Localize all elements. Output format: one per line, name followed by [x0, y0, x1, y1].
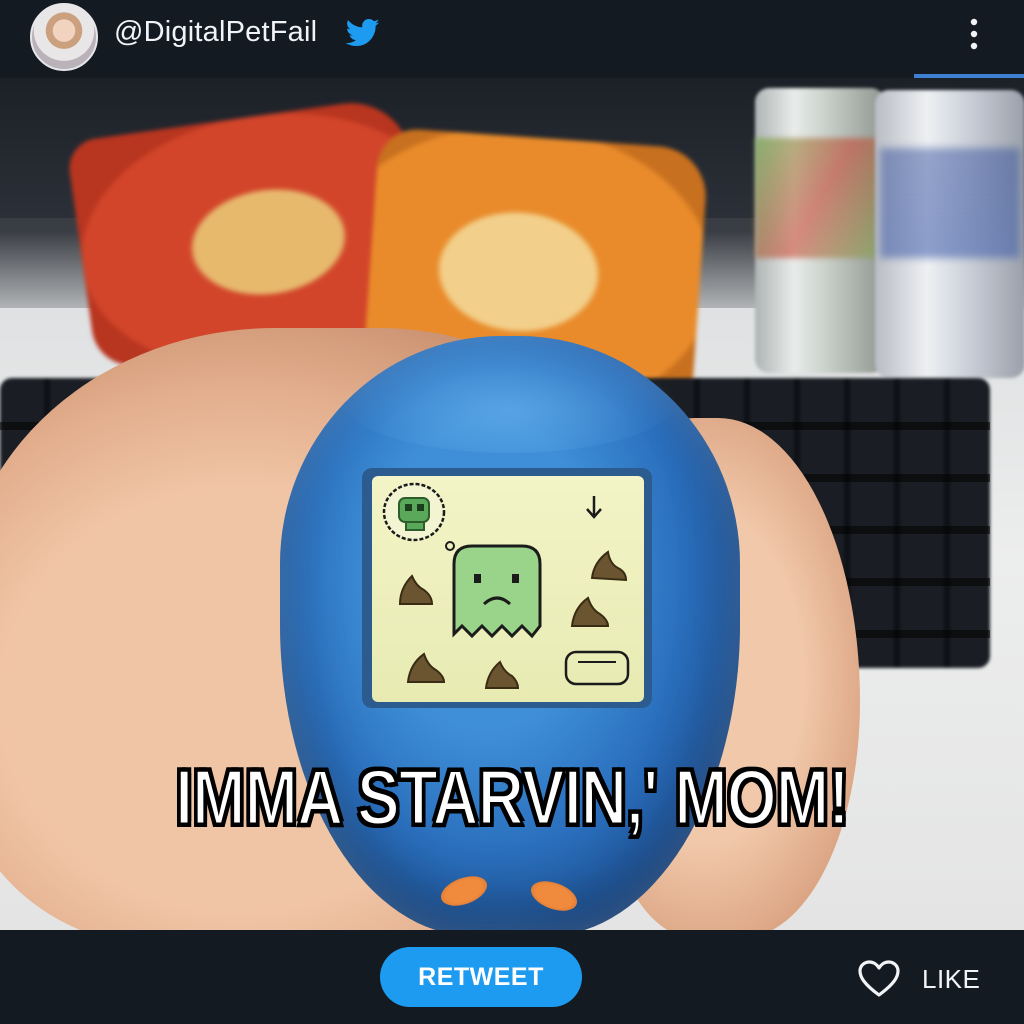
heart-outline-icon [858, 960, 900, 997]
pet-screen [372, 476, 644, 702]
retweet-button[interactable]: RETWEET [380, 947, 582, 1007]
post-action-bar: RETWEET LIKE [0, 930, 1024, 1024]
twitter-bird-icon [346, 18, 380, 47]
poop-icon [590, 550, 628, 582]
pet-screen-graphics [382, 482, 630, 689]
like-label: LIKE [922, 963, 981, 994]
more-vertical-icon[interactable] [960, 14, 988, 54]
avatar[interactable] [30, 3, 98, 71]
pet-character-icon [452, 544, 542, 639]
poop-icon [406, 652, 446, 683]
empty-bowl-icon [564, 650, 630, 686]
thought-bubble-skull-icon [382, 482, 455, 551]
post-header: @DigitalPetFail [0, 0, 1024, 78]
poop-icon [398, 574, 434, 605]
author-handle[interactable]: @DigitalPetFail [114, 16, 317, 49]
poop-icon [570, 596, 610, 627]
down-arrow-icon [586, 496, 602, 519]
poop-icon [484, 660, 520, 689]
like-button[interactable]: LIKE [858, 956, 998, 1002]
meme-caption: IMMA STARVIN,' MOM! [174, 752, 851, 843]
